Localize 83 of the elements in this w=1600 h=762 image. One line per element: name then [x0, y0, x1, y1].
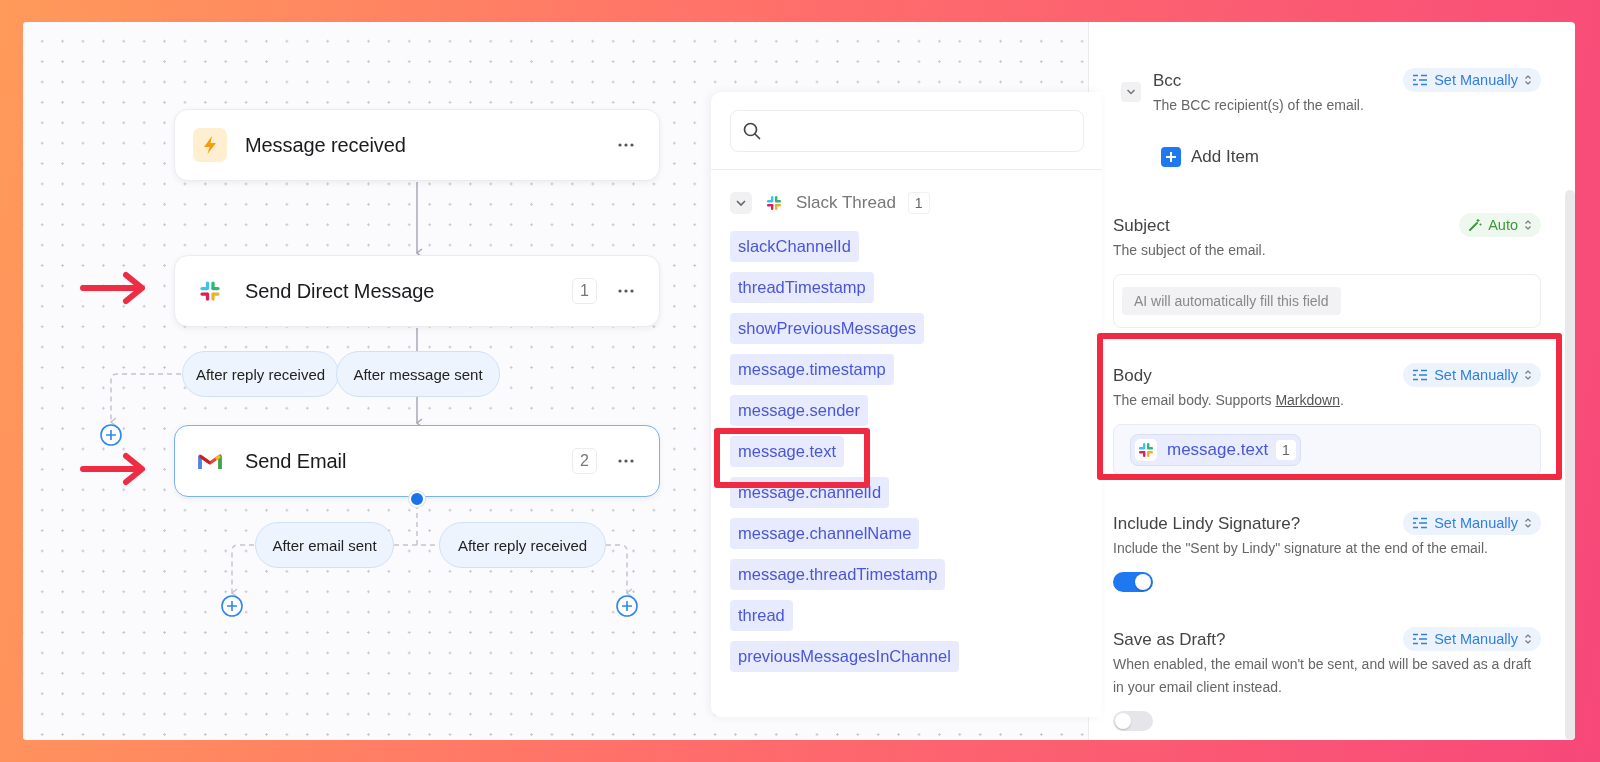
- slack-logo-icon: [199, 280, 221, 302]
- field-description: The email body. Supports Markdown.: [1113, 391, 1345, 410]
- field-label: Include Lindy Signature?: [1113, 513, 1301, 535]
- more-options-icon: [617, 458, 635, 464]
- field-label: Body: [1113, 365, 1152, 387]
- mail-logo-icon: [198, 452, 222, 470]
- up-down-caret-icon: [1524, 633, 1532, 645]
- dashed-connector-arrow: [231, 544, 255, 598]
- input-field[interactable]: message.text 1: [1113, 424, 1541, 476]
- lightning-bolt-icon: [193, 128, 227, 162]
- dashed-connector-arrow: [110, 373, 182, 427]
- plus-icon: [1161, 147, 1181, 167]
- mode-dropdown[interactable]: Set Manually: [1403, 68, 1541, 92]
- group-title: Slack Thread: [796, 193, 896, 213]
- chevron-icon[interactable]: [730, 192, 752, 214]
- node-title: Send Email: [245, 449, 348, 473]
- field-description: When enabled, the email won't be sent, and will be saved as a draft in your email client instead.: [1113, 655, 1533, 697]
- field-label: Save as Draft?: [1113, 629, 1226, 651]
- field-label: Subject: [1113, 215, 1170, 237]
- variable-chip[interactable]: message.sender: [730, 395, 868, 426]
- step-count-badge: 1: [572, 278, 597, 304]
- slack-logo-icon: [766, 195, 782, 211]
- add-step-icon[interactable]: [221, 595, 243, 617]
- toggle-switch[interactable]: [1113, 711, 1153, 731]
- add-item-button[interactable]: Add Item: [1161, 147, 1260, 167]
- add-step-icon[interactable]: [616, 595, 638, 617]
- workflow-node[interactable]: Send Direct Message 1: [174, 255, 660, 327]
- connector-line: [416, 327, 418, 352]
- variable-chip[interactable]: previousMessagesInChannel: [730, 641, 959, 672]
- field-description: The BCC recipient(s) of the email.: [1153, 96, 1365, 115]
- sliders-icon: [1412, 633, 1429, 645]
- variable-chip[interactable]: message.timestamp: [730, 354, 894, 385]
- connection-handle[interactable]: [409, 491, 425, 507]
- variable-chip[interactable]: showPreviousMessages: [730, 313, 924, 344]
- node-title: Send Direct Message: [245, 279, 436, 303]
- field-description: Include the "Sent by Lindy" signature at the end of the email.: [1113, 539, 1489, 558]
- magic-wand-icon: [1468, 218, 1483, 232]
- branch-label[interactable]: After reply received: [439, 522, 606, 568]
- dashed-connector-arrow: [605, 544, 633, 598]
- variable-chip[interactable]: message.text: [730, 436, 845, 467]
- node-title: Message received: [245, 133, 407, 157]
- scrollbar[interactable]: [1565, 190, 1575, 740]
- connector-arrow: [416, 396, 423, 428]
- mode-dropdown[interactable]: Set Manually: [1403, 627, 1541, 651]
- variable-chip[interactable]: slackChannelId: [730, 231, 859, 262]
- step-count-badge: 2: [572, 448, 597, 474]
- more-options-icon: [617, 288, 635, 294]
- workflow-node[interactable]: Send Email 2: [174, 425, 660, 497]
- up-down-caret-icon: [1524, 219, 1532, 231]
- input-field[interactable]: AI will automatically fill this field: [1113, 274, 1541, 328]
- count-badge: 1: [907, 192, 930, 214]
- variable-chip[interactable]: message.text 1: [1130, 434, 1301, 466]
- variable-chip[interactable]: thread: [730, 600, 793, 631]
- markdown-link[interactable]: Markdown: [1275, 392, 1340, 408]
- search-icon: [743, 122, 761, 140]
- workflow-node[interactable]: Message received: [174, 109, 660, 181]
- annotation-arrow: [80, 451, 148, 487]
- field-description: The subject of the email.: [1113, 241, 1267, 260]
- annotation-arrow: [80, 270, 148, 306]
- slack-logo-icon: [1138, 442, 1154, 458]
- sliders-icon: [1412, 369, 1429, 381]
- autofill-hint: AI will automatically fill this field: [1122, 287, 1341, 315]
- mode-dropdown[interactable]: Auto: [1459, 213, 1541, 237]
- branch-label[interactable]: After message sent: [336, 351, 500, 397]
- mode-dropdown[interactable]: Set Manually: [1403, 511, 1541, 535]
- variable-chip[interactable]: threadTimestamp: [730, 272, 874, 303]
- up-down-caret-icon: [1524, 74, 1532, 86]
- up-down-caret-icon: [1524, 517, 1532, 529]
- sliders-icon: [1412, 517, 1429, 529]
- branch-label[interactable]: After reply received: [182, 351, 339, 397]
- chevron-icon[interactable]: [1121, 82, 1141, 102]
- field-label: Bcc: [1153, 70, 1182, 92]
- more-options-icon: [617, 142, 635, 148]
- up-down-caret-icon: [1524, 369, 1532, 381]
- variable-chip[interactable]: message.channelName: [730, 518, 920, 549]
- count-badge: 1: [1276, 440, 1296, 460]
- mode-dropdown[interactable]: Set Manually: [1403, 363, 1541, 387]
- branch-label[interactable]: After email sent: [255, 522, 394, 568]
- add-step-icon[interactable]: [100, 424, 122, 446]
- search-field[interactable]: [730, 110, 1084, 152]
- variable-chip[interactable]: message.threadTimestamp: [730, 559, 946, 590]
- sliders-icon: [1412, 74, 1429, 86]
- toggle-switch[interactable]: [1113, 572, 1153, 592]
